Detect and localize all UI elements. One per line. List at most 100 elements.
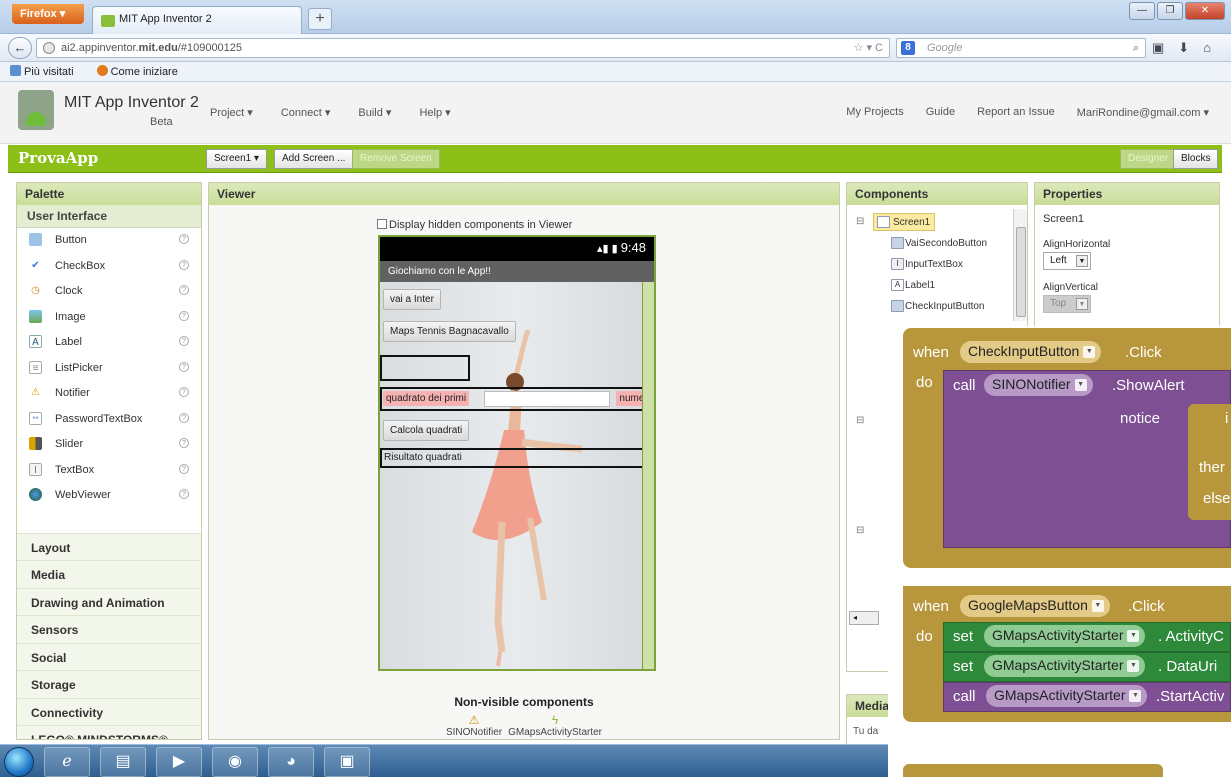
component-chip[interactable]: GoogleMapsButton ▼: [960, 595, 1110, 617]
magnifier-icon[interactable]: ⌕: [1133, 39, 1139, 57]
palette-item-slider[interactable]: Slider?: [17, 432, 201, 458]
star-reload-icon[interactable]: ☆ ▾ C: [854, 39, 883, 57]
collapse-icon[interactable]: ⊟: [856, 216, 864, 227]
tree-item-inputtextbox[interactable]: I InputTextBox: [847, 255, 1027, 276]
component-chip[interactable]: GMapsActivityStarter ▼: [984, 625, 1146, 647]
bookmark-getting-started[interactable]: Come iniziare: [96, 65, 188, 78]
help-icon[interactable]: ?: [179, 234, 189, 244]
palette-item-checkbox[interactable]: ✔ CheckBox?: [17, 254, 201, 280]
dropdown-arrow-icon[interactable]: ▼: [1083, 346, 1096, 358]
nonvisible-activitystarter[interactable]: ϟ GMapsActivityStarter: [508, 713, 602, 738]
phone-scrollbar[interactable]: [642, 282, 654, 669]
palette-category-connectivity[interactable]: Connectivity: [17, 697, 201, 725]
palette-item-webviewer[interactable]: WebViewer?: [17, 483, 201, 509]
palette-category-sensors[interactable]: Sensors: [17, 615, 201, 643]
align-vertical-select[interactable]: Top ▼: [1043, 295, 1091, 313]
align-horizontal-select[interactable]: Left ▼: [1043, 252, 1091, 270]
help-icon[interactable]: ?: [179, 259, 189, 270]
designer-button[interactable]: Designer: [1120, 149, 1177, 169]
minimize-icon[interactable]: —: [1129, 2, 1155, 20]
palette-item-notifier[interactable]: ⚠ Notifier?: [17, 381, 201, 407]
dropdown-arrow-icon[interactable]: ▼: [1127, 630, 1140, 642]
bookmark-most-visited[interactable]: Più visitati: [10, 65, 84, 78]
dropdown-arrow-icon[interactable]: ▼: [1074, 379, 1087, 391]
calcola-quadrati-button[interactable]: Calcola quadrati: [383, 420, 470, 441]
media-player-icon[interactable]: ▶: [156, 747, 202, 777]
palette-category-drawing[interactable]: Drawing and Animation: [17, 587, 201, 615]
palette-category-lego[interactable]: LEGO® MINDSTORMS®: [17, 725, 201, 739]
collapse-icon[interactable]: ⊟: [856, 415, 864, 426]
display-hidden-checkbox[interactable]: Display hidden components in Viewer: [377, 219, 572, 231]
input-numbers-field[interactable]: [484, 391, 610, 407]
help-icon[interactable]: ?: [179, 387, 189, 397]
dropdown-arrow-icon[interactable]: ▼: [1127, 660, 1140, 672]
browser-tab[interactable]: MIT App Inventor 2: [92, 6, 302, 34]
menu-project[interactable]: Project ▾: [210, 106, 253, 119]
label-risultato-box[interactable]: Risultato quadrati: [380, 448, 654, 468]
tree-item-screen1[interactable]: ⊟ Screen1: [847, 213, 1027, 234]
help-icon[interactable]: ?: [179, 361, 189, 372]
palette-item-label[interactable]: A Label?: [17, 330, 201, 356]
horizontal-arrangement[interactable]: quadrato dei primi numeri: [380, 387, 654, 411]
component-chip[interactable]: CheckInputButton ▼: [960, 341, 1102, 363]
folder-icon[interactable]: ▤: [100, 747, 146, 777]
url-bar[interactable]: ai2.appinventor.mit.edu/#109000125 ☆ ▾ C: [36, 38, 890, 58]
dropdown-arrow-icon[interactable]: ▼: [1076, 298, 1088, 310]
dropdown-arrow-icon[interactable]: ▼: [1076, 255, 1088, 267]
maps-tennis-button[interactable]: Maps Tennis Bagnacavallo: [383, 321, 516, 342]
tree-item-checkinputbutton[interactable]: CheckInputButton: [847, 297, 1027, 318]
link-report-issue[interactable]: Report an Issue: [977, 106, 1055, 119]
palette-category-storage[interactable]: Storage: [17, 670, 201, 698]
back-arrow-icon[interactable]: ←: [8, 37, 32, 59]
checkbox-icon[interactable]: [377, 219, 387, 229]
help-icon[interactable]: ?: [179, 438, 189, 448]
palette-item-clock[interactable]: ◷ Clock?: [17, 279, 201, 305]
palette-item-button[interactable]: Button?: [17, 228, 201, 254]
tree-item-label1[interactable]: A Label1: [847, 276, 1027, 297]
help-icon[interactable]: ?: [179, 336, 189, 346]
palette-item-passwordtextbox[interactable]: ** PasswordTextBox?: [17, 407, 201, 433]
component-chip[interactable]: GMapsActivityStarter ▼: [986, 685, 1148, 707]
collapse-icon[interactable]: ⊟: [856, 525, 864, 536]
presentation-icon[interactable]: ▣: [324, 747, 370, 777]
component-chip[interactable]: SINONotifier ▼: [984, 374, 1093, 396]
empty-component-box[interactable]: [380, 355, 470, 381]
scroll-thumb[interactable]: [1016, 227, 1026, 317]
menu-help[interactable]: Help ▾: [419, 106, 450, 119]
account-menu[interactable]: MariRondine@gmail.com ▾: [1077, 106, 1209, 119]
help-icon[interactable]: ?: [179, 489, 189, 499]
download-icon[interactable]: ⬇: [1178, 40, 1189, 56]
nonvisible-notifier[interactable]: ⚠ SINONotifier: [446, 713, 502, 738]
firefox-menu-button[interactable]: Firefox ▾: [12, 4, 84, 24]
help-icon[interactable]: ?: [179, 285, 189, 295]
blocks-button[interactable]: Blocks: [1173, 149, 1219, 169]
component-chip[interactable]: GMapsActivityStarter ▼: [984, 655, 1146, 677]
event-block-partial[interactable]: [903, 764, 1163, 777]
add-screen-button[interactable]: Add Screen ...: [274, 149, 354, 169]
palette-category-layout[interactable]: Layout: [17, 532, 201, 560]
palette-category-social[interactable]: Social: [17, 642, 201, 670]
help-icon[interactable]: ?: [179, 310, 189, 321]
search-input[interactable]: 8 Google ⌕: [896, 38, 1146, 58]
horizontal-scrollbar[interactable]: ◂: [849, 611, 879, 625]
maximize-icon[interactable]: ❐: [1157, 2, 1183, 20]
remove-screen-button[interactable]: Remove Screen: [352, 149, 440, 169]
new-tab-button[interactable]: +: [308, 8, 332, 30]
menu-build[interactable]: Build ▾: [358, 106, 391, 119]
phone-screen[interactable]: vai a Inter Maps Tennis Bagnacavallo qua…: [380, 282, 654, 669]
close-icon[interactable]: ✕: [1185, 2, 1225, 20]
dropdown-arrow-icon[interactable]: ▼: [1129, 690, 1142, 702]
components-scrollbar[interactable]: [1013, 209, 1027, 321]
palette-item-textbox[interactable]: I TextBox?: [17, 458, 201, 484]
firefox-icon[interactable]: ◕: [268, 747, 314, 777]
internet-explorer-icon[interactable]: ℯ: [44, 747, 90, 777]
search-engine-icon[interactable]: 8: [901, 41, 915, 55]
tree-item-vaisecondobutton[interactable]: VaiSecondoButton: [847, 234, 1027, 255]
help-icon[interactable]: ?: [179, 463, 189, 474]
home-icon[interactable]: ⌂: [1203, 40, 1211, 56]
link-guide[interactable]: Guide: [926, 106, 955, 119]
menu-connect[interactable]: Connect ▾: [281, 106, 331, 119]
app-icon[interactable]: ◉: [212, 747, 258, 777]
help-icon[interactable]: ?: [179, 412, 189, 423]
palette-category-user-interface[interactable]: User Interface: [17, 205, 201, 228]
